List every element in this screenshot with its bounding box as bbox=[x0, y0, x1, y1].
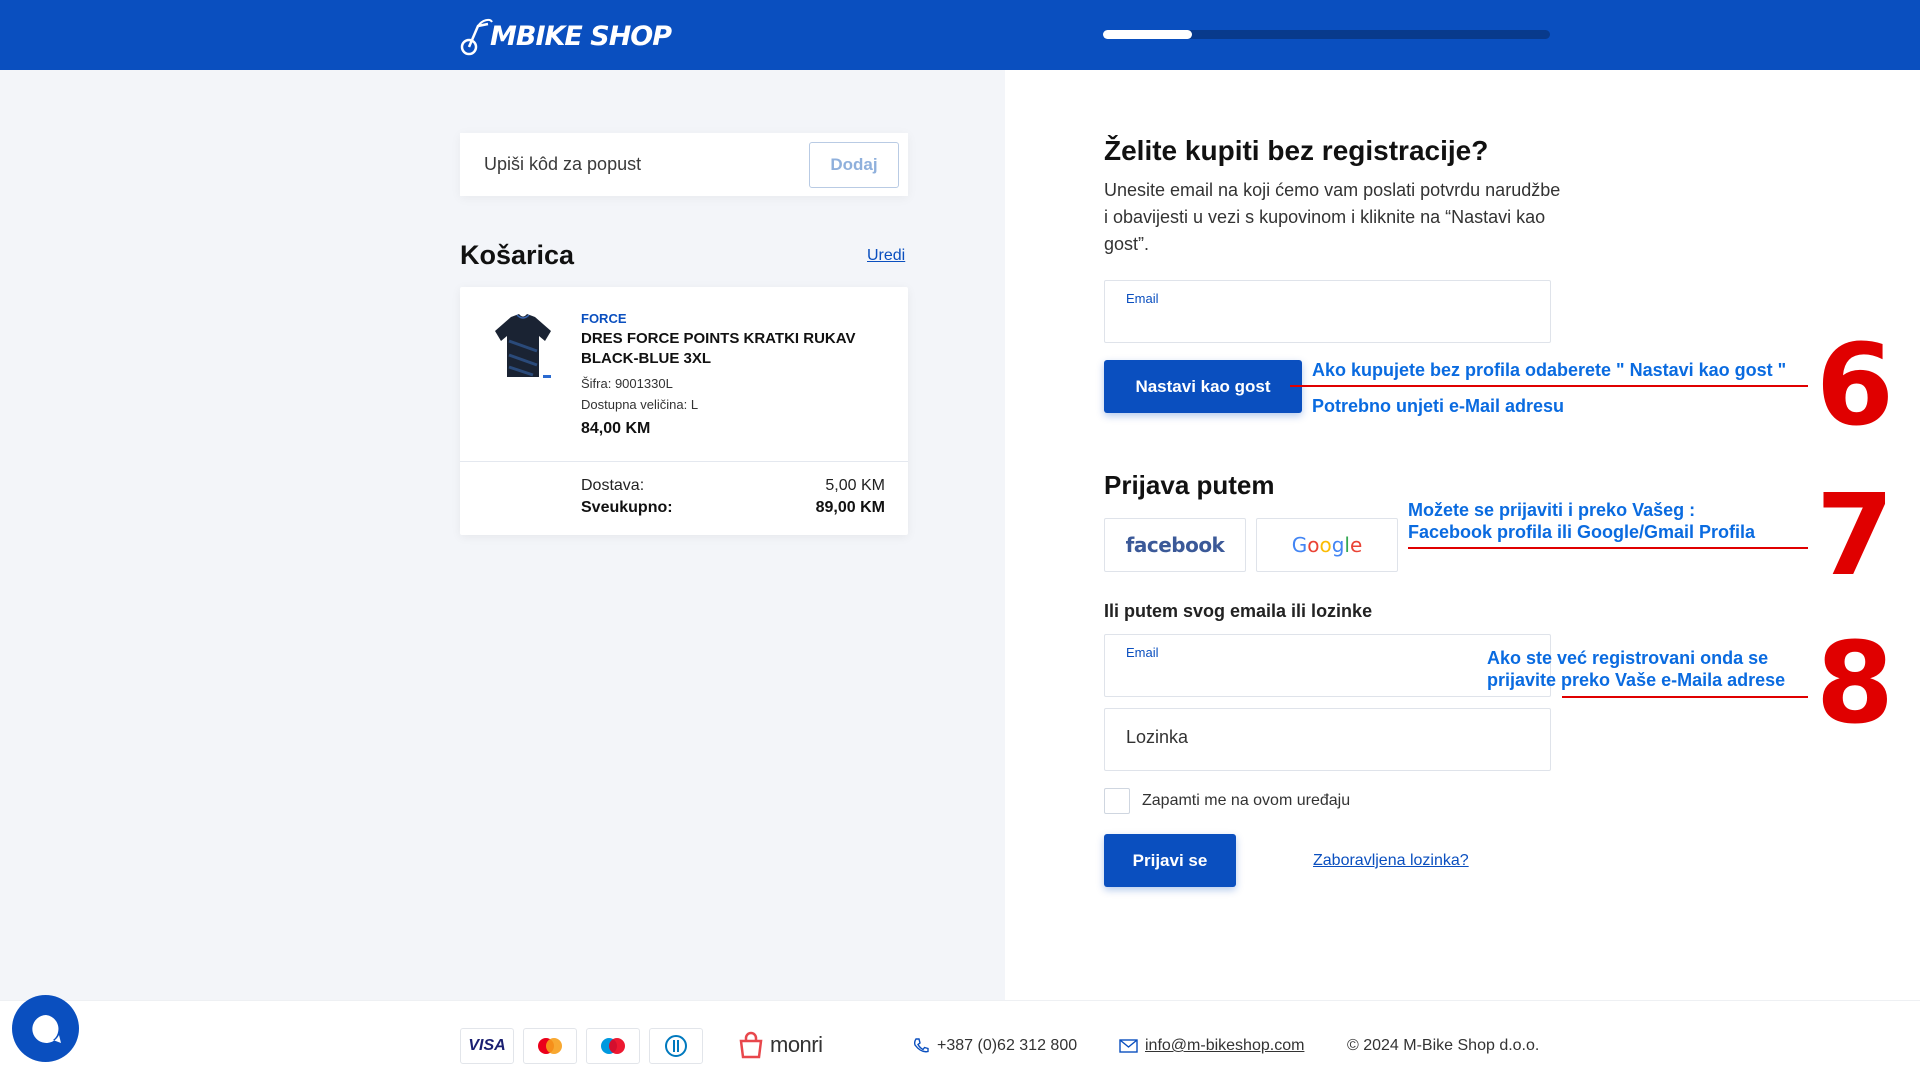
header: MBIKE SHOP bbox=[0, 0, 1920, 70]
guest-email-input[interactable] bbox=[1126, 309, 1526, 329]
continue-as-guest-button[interactable]: Nastavi kao gost bbox=[1104, 360, 1302, 413]
bike-logo-icon bbox=[460, 18, 493, 56]
chat-icon bbox=[31, 1014, 61, 1043]
product-brand: FORCE bbox=[581, 311, 627, 326]
jersey-image bbox=[495, 314, 551, 378]
phone-icon bbox=[913, 1038, 929, 1053]
logo[interactable]: MBIKE SHOP bbox=[460, 14, 672, 58]
footer-email[interactable]: info@m-bikeshop.com bbox=[1119, 1037, 1304, 1055]
annotation-8-number: 8 bbox=[1816, 619, 1894, 749]
shipping-value: 5,00 KM bbox=[825, 477, 885, 494]
annotation-8-underline bbox=[1562, 696, 1808, 698]
email-login-title: Ili putem svog emaila ili lozinke bbox=[1104, 601, 1373, 621]
monri-logo: monri bbox=[736, 1027, 823, 1063]
login-button[interactable]: Prijavi se bbox=[1104, 834, 1236, 887]
annotation-7-underline bbox=[1408, 547, 1808, 549]
guest-email-label: Email bbox=[1126, 291, 1159, 306]
maestro-icon bbox=[586, 1028, 640, 1064]
product-sku: Šifra: 9001330L bbox=[581, 376, 673, 391]
guest-checkout-description: Unesite email na koji ćemo vam poslati p… bbox=[1104, 180, 1561, 254]
social-login-title: Prijava putem bbox=[1104, 470, 1275, 500]
checkout-progress-bar bbox=[1103, 30, 1550, 39]
chat-button[interactable] bbox=[12, 995, 79, 1062]
total-label: Sveukupno: bbox=[581, 499, 673, 516]
annotation-7-line2: Facebook profila ili Google/Gmail Profil… bbox=[1408, 522, 1756, 542]
login-email-field[interactable]: Email bbox=[1104, 634, 1551, 697]
annotation-6-number: 6 bbox=[1816, 321, 1894, 451]
total-value: 89,00 KM bbox=[815, 499, 885, 516]
shopping-bag-icon bbox=[739, 1031, 763, 1059]
footer: VISA monri +387 (0)62 312 800 info@m-bik… bbox=[0, 1000, 1920, 1080]
annotation-7-number: 7 bbox=[1816, 471, 1894, 601]
product-price: 84,00 KM bbox=[581, 420, 651, 437]
shipping-label: Dostava: bbox=[581, 477, 645, 494]
coupon-input[interactable] bbox=[484, 154, 784, 175]
mail-icon bbox=[1119, 1039, 1138, 1053]
logo-text: MBIKE SHOP bbox=[490, 20, 672, 52]
add-coupon-button[interactable]: Dodaj bbox=[809, 141, 899, 188]
password-field[interactable] bbox=[1104, 708, 1551, 771]
product-size: Dostupna veličina: L bbox=[581, 397, 699, 412]
mastercard-icon bbox=[523, 1028, 577, 1064]
order-summary-panel bbox=[0, 70, 1005, 1000]
guest-checkout-title: Želite kupiti bez registracije? bbox=[1104, 135, 1489, 166]
login-email-input[interactable] bbox=[1126, 663, 1526, 683]
facebook-label: facebook bbox=[1125, 533, 1225, 557]
annotation-6-line2: Potrebno unjeti e-Mail adresu bbox=[1312, 396, 1565, 416]
coupon-box: Dodaj bbox=[460, 133, 908, 196]
login-email-label: Email bbox=[1126, 645, 1159, 660]
remember-me-checkbox[interactable] bbox=[1104, 788, 1130, 814]
cart-item-card: FORCE DRES FORCE POINTS KRATKI RUKAV BLA… bbox=[460, 287, 908, 535]
password-input[interactable] bbox=[1126, 727, 1526, 748]
annotation-6-underline bbox=[1290, 385, 1808, 387]
google-label: Google bbox=[1291, 533, 1363, 557]
edit-cart-link[interactable]: Uredi bbox=[867, 247, 905, 265]
footer-copyright: © 2024 M-Bike Shop d.o.o. bbox=[1347, 1037, 1540, 1054]
remember-me-label: Zapamti me na ovom uređaju bbox=[1142, 792, 1351, 809]
footer-phone[interactable]: +387 (0)62 312 800 bbox=[912, 1037, 1077, 1055]
annotation-6-line1: Ako kupujete bez profila odaberete " Nas… bbox=[1312, 360, 1787, 380]
annotation-8-line1: Ako ste već registrovani onda se bbox=[1487, 648, 1769, 668]
guest-email-field[interactable]: Email bbox=[1104, 280, 1551, 343]
visa-icon: VISA bbox=[460, 1028, 514, 1064]
cart-title: Košarica bbox=[460, 240, 575, 270]
facebook-login-button[interactable]: facebook bbox=[1104, 518, 1246, 572]
annotation-7-line1: Možete se prijaviti i preko Vašeg : bbox=[1408, 500, 1696, 520]
checkout-progress-fill bbox=[1103, 30, 1193, 39]
forgot-password-link[interactable]: Zaboravljena lozinka? bbox=[1313, 852, 1469, 870]
divider bbox=[460, 461, 908, 462]
google-login-button[interactable]: Google bbox=[1256, 518, 1398, 572]
product-name: DRES FORCE POINTS KRATKI RUKAV BLACK-BLU… bbox=[581, 330, 856, 367]
annotation-8-line2: prijavite preko Vaše e-Maila adrese bbox=[1487, 670, 1786, 690]
diners-icon bbox=[649, 1028, 703, 1064]
